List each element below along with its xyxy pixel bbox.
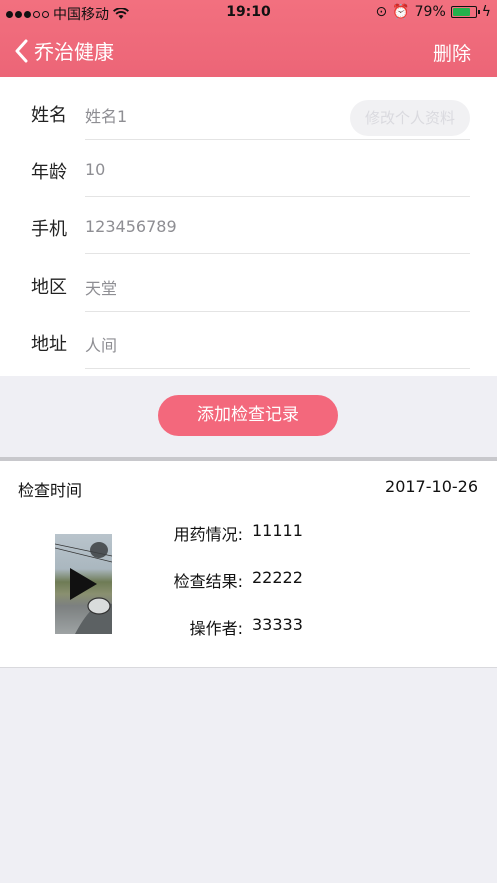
- name-label: 姓名: [31, 105, 67, 126]
- edit-profile-button[interactable]: 修改个人资料: [350, 100, 470, 136]
- address-row: 地址 人间: [0, 312, 497, 369]
- phone-field[interactable]: 123456789: [85, 217, 177, 236]
- phone-row: 手机 123456789: [0, 197, 497, 254]
- play-icon: [70, 568, 97, 600]
- age-row: 年龄 10: [0, 140, 497, 197]
- alarm-icon: ⏰: [392, 4, 410, 20]
- video-thumbnail[interactable]: [55, 534, 112, 634]
- operator-key-wrap: 操作者:: [150, 615, 243, 638]
- charging-icon: ϟ: [481, 4, 491, 20]
- region-row: 地区 天堂: [0, 255, 497, 312]
- status-right: ⊙ ⏰ 79% ϟ: [375, 4, 491, 20]
- name-field[interactable]: 姓名1: [85, 103, 127, 127]
- battery-icon: [450, 6, 480, 18]
- add-record-button[interactable]: 添加检查记录: [158, 395, 338, 436]
- medication-key-wrap: 用药情况:: [150, 521, 243, 544]
- age-field[interactable]: 10: [85, 160, 105, 179]
- operator-key: 操作者:: [189, 619, 243, 638]
- medication-key: 用药情况:: [173, 525, 243, 544]
- record-time-label: 检查时间: [18, 481, 83, 500]
- region-label: 地区: [31, 277, 67, 298]
- orientation-lock-icon: ⊙: [375, 4, 388, 20]
- profile-form: 姓名 姓名1 修改个人资料 年龄 10 手机 123456789 地区 天堂 地…: [0, 77, 497, 376]
- row-divider: [85, 253, 470, 254]
- record-date: 2017-10-26: [385, 477, 478, 496]
- status-bar: 中国移动 19:10 ⊙ ⏰ 79% ϟ: [0, 0, 497, 24]
- phone-label: 手机: [31, 219, 67, 240]
- result-key-wrap: 检查结果:: [150, 568, 243, 591]
- nav-header: 中国移动 19:10 ⊙ ⏰ 79% ϟ 乔治健康 删除: [0, 0, 497, 77]
- medication-value: 11111: [252, 521, 303, 540]
- back-button[interactable]: 乔治健康: [14, 36, 114, 65]
- address-field[interactable]: 人间: [85, 332, 117, 356]
- row-divider: [85, 368, 470, 369]
- battery-percent: 79%: [414, 4, 446, 20]
- delete-button[interactable]: 删除: [433, 39, 471, 66]
- record-card[interactable]: 检查时间 2017-10-26 用药情况: 11111 检查结果: 22222 …: [0, 461, 497, 668]
- back-label: 乔治健康: [34, 40, 114, 64]
- region-field[interactable]: 天堂: [85, 275, 117, 299]
- name-row: 姓名 姓名1 修改个人资料: [0, 83, 497, 140]
- result-value: 22222: [252, 568, 303, 587]
- operator-value: 33333: [252, 615, 303, 634]
- address-label: 地址: [31, 334, 67, 355]
- chevron-left-icon: [15, 39, 28, 62]
- battery-level-fill: [452, 8, 470, 16]
- age-label: 年龄: [31, 162, 67, 183]
- result-key: 检查结果:: [173, 572, 243, 591]
